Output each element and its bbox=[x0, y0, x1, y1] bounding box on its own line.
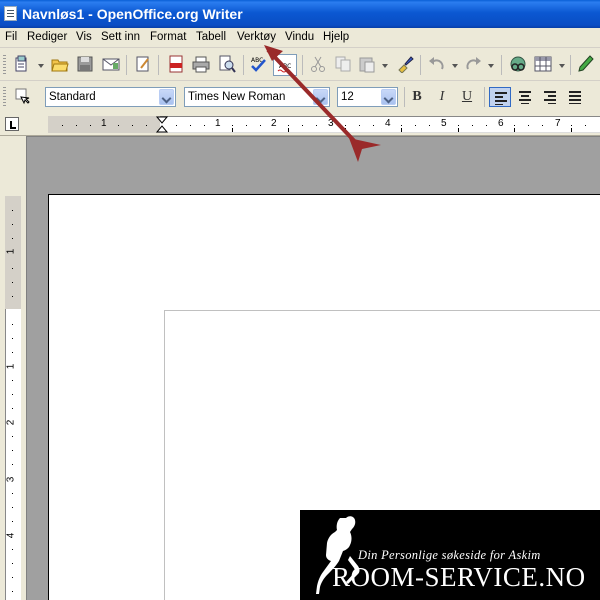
font-size-value: 12 bbox=[341, 91, 354, 103]
underline-button[interactable]: U bbox=[457, 87, 477, 107]
ruler-number: 4 bbox=[385, 118, 391, 129]
align-center-button[interactable] bbox=[514, 87, 536, 107]
font-name-combo[interactable]: Times New Roman bbox=[184, 87, 330, 107]
align-left-button[interactable] bbox=[489, 87, 511, 107]
room-service-watermark: Din Personlige søkeside for Askim ROOM-S… bbox=[300, 510, 600, 600]
styles-formatting-icon[interactable] bbox=[15, 88, 33, 106]
paste-icon[interactable] bbox=[358, 55, 376, 73]
ruler-number: 1 bbox=[101, 118, 107, 129]
autospellcheck-button[interactable]: ABC bbox=[273, 54, 297, 76]
menu-vindu[interactable]: Vindu bbox=[285, 31, 314, 43]
paragraph-style-combo[interactable]: Standard bbox=[45, 87, 176, 107]
undo-dropdown-icon[interactable] bbox=[452, 64, 458, 68]
watermark-brand: ROOM-SERVICE.NO bbox=[332, 562, 586, 592]
menu-rediger[interactable]: Rediger bbox=[27, 31, 67, 43]
svg-text:ABC: ABC bbox=[279, 63, 291, 70]
menu-vis[interactable]: Vis bbox=[76, 31, 92, 43]
window-title: Navnløs1 - OpenOffice.org Writer bbox=[22, 6, 243, 22]
paste-dropdown-icon[interactable] bbox=[382, 64, 388, 68]
show-draw-functions-icon[interactable] bbox=[577, 55, 595, 73]
menu-format[interactable]: Format bbox=[150, 31, 186, 43]
ruler-number: 7 bbox=[555, 118, 561, 129]
redo-dropdown-icon[interactable] bbox=[488, 64, 494, 68]
menu-hjelp[interactable]: Hjelp bbox=[323, 31, 349, 43]
redo-icon[interactable] bbox=[464, 55, 482, 73]
toolbar-grip[interactable] bbox=[3, 55, 6, 75]
email-document-icon[interactable] bbox=[102, 55, 120, 73]
ruler-number: 3 bbox=[328, 118, 334, 129]
standard-toolbar: ABC ABC bbox=[0, 49, 600, 81]
page-preview-icon[interactable] bbox=[218, 55, 236, 73]
ruler-number: 2 bbox=[5, 419, 17, 426]
toolbar-grip[interactable] bbox=[3, 87, 6, 107]
font-name-value: Times New Roman bbox=[188, 91, 286, 103]
ruler-number: 3 bbox=[5, 476, 17, 483]
print-icon[interactable] bbox=[192, 55, 210, 73]
spellcheck-icon[interactable]: ABC bbox=[250, 55, 268, 73]
ruler-number: 5 bbox=[441, 118, 447, 129]
ruler-number: 1 bbox=[5, 248, 17, 255]
new-document-icon[interactable] bbox=[13, 55, 31, 73]
hyperlink-icon[interactable] bbox=[509, 55, 527, 73]
chevron-down-icon[interactable] bbox=[159, 89, 174, 105]
watermark-tagline: Din Personlige søkeside for Askim bbox=[358, 548, 541, 562]
save-icon[interactable] bbox=[76, 55, 94, 73]
ruler-number: 1 bbox=[215, 118, 221, 129]
cut-icon[interactable] bbox=[309, 55, 327, 73]
font-size-combo[interactable]: 12 bbox=[337, 87, 398, 107]
vertical-ruler[interactable]: 1 1 2 3 4 bbox=[0, 136, 26, 600]
title-bar[interactable]: Navnløs1 - OpenOffice.org Writer bbox=[0, 0, 600, 28]
menu-sett-inn[interactable]: Sett inn bbox=[101, 31, 140, 43]
paragraph-style-value: Standard bbox=[49, 91, 96, 103]
horizontal-ruler[interactable]: 1 1 2 3 4 5 6 7 bbox=[0, 113, 600, 136]
ruler-number: 1 bbox=[5, 363, 17, 370]
menu-bar: Fil Rediger Vis Sett inn Format Tabell V… bbox=[0, 28, 600, 48]
italic-button[interactable]: I bbox=[432, 87, 452, 107]
copy-icon[interactable] bbox=[334, 55, 352, 73]
chevron-down-icon[interactable] bbox=[313, 89, 328, 105]
indent-marker-icon[interactable] bbox=[156, 116, 168, 134]
menu-verktoy[interactable]: Verktøy bbox=[237, 31, 276, 43]
table-icon[interactable] bbox=[534, 55, 552, 73]
ruler-number: 6 bbox=[498, 118, 504, 129]
new-dropdown-icon[interactable] bbox=[38, 64, 44, 68]
menu-fil[interactable]: Fil bbox=[5, 31, 17, 43]
justify-button[interactable] bbox=[564, 87, 586, 107]
ruler-number: 4 bbox=[5, 532, 17, 539]
writer-window: Navnløs1 - OpenOffice.org Writer Fil Red… bbox=[0, 0, 600, 600]
bold-button[interactable]: B bbox=[407, 87, 427, 107]
menu-tabell[interactable]: Tabell bbox=[196, 31, 226, 43]
autospellcheck-icon: ABC bbox=[277, 63, 291, 73]
edit-file-icon[interactable] bbox=[134, 55, 152, 73]
chevron-down-icon[interactable] bbox=[381, 89, 396, 105]
format-paintbrush-icon[interactable] bbox=[396, 55, 414, 73]
align-right-button[interactable] bbox=[539, 87, 561, 107]
export-pdf-icon[interactable] bbox=[167, 55, 185, 73]
ruler-number: 2 bbox=[271, 118, 277, 129]
tab-type-selector-icon[interactable] bbox=[5, 117, 19, 131]
undo-icon[interactable] bbox=[428, 55, 446, 73]
writer-app-icon bbox=[4, 6, 17, 21]
table-dropdown-icon[interactable] bbox=[559, 64, 565, 68]
open-folder-icon[interactable] bbox=[51, 55, 69, 73]
